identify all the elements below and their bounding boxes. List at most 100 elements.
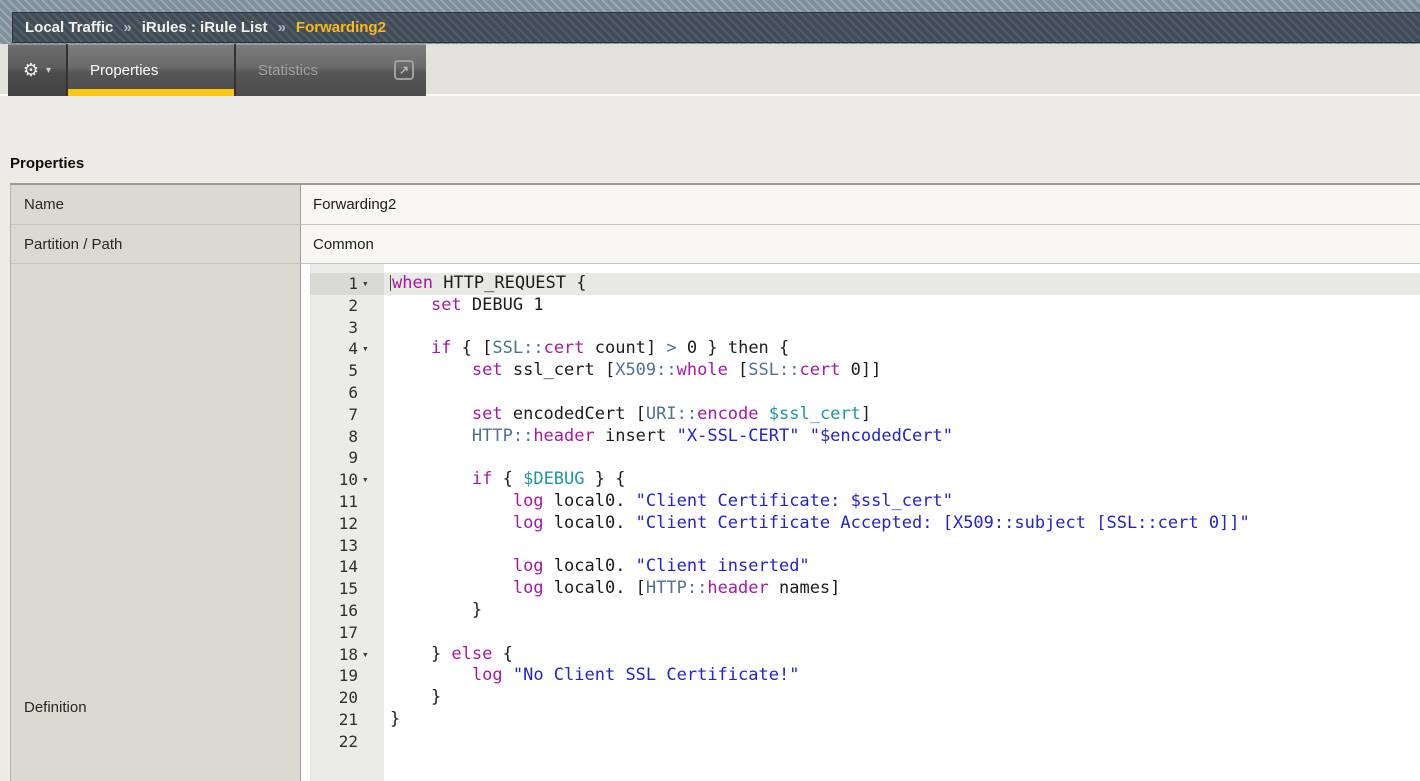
code-line[interactable]: 9 <box>310 447 1420 469</box>
code-line[interactable]: 3 <box>310 317 1420 339</box>
code-text[interactable]: log local0. [HTTP::header names] <box>384 578 1420 600</box>
code-line[interactable]: 22 <box>310 731 1420 753</box>
code-text[interactable] <box>384 317 1420 339</box>
code-token-pl: local0. <box>544 556 636 576</box>
code-text[interactable]: when HTTP_REQUEST { <box>384 273 1420 295</box>
code-token-pl: } <box>390 687 441 707</box>
code-text[interactable]: if { [SSL::cert count] > 0 } then { <box>384 338 1420 360</box>
code-text[interactable]: log "No Client SSL Certificate!" <box>384 665 1420 687</box>
fold-spacer <box>358 447 384 469</box>
code-line[interactable]: 21} <box>310 709 1420 731</box>
line-number: 18 <box>310 644 358 666</box>
code-line[interactable]: 4▾ if { [SSL::cert count] > 0 } then { <box>310 338 1420 360</box>
code-line[interactable]: 1▾when HTTP_REQUEST { <box>310 273 1420 295</box>
code-token-str: "X-SSL-CERT" <box>677 426 800 446</box>
fold-arrow-icon[interactable]: ▾ <box>358 644 384 666</box>
code-text[interactable]: set ssl_cert [X509::whole [SSL::cert 0]] <box>384 360 1420 382</box>
code-line[interactable]: 10▾ if { $DEBUG } { <box>310 469 1420 491</box>
code-token-kw: cert <box>799 360 840 380</box>
code-line[interactable]: 13 <box>310 535 1420 557</box>
code-token-pl: local0. [ <box>544 578 646 598</box>
code-token-pl <box>390 360 472 380</box>
code-line[interactable]: 2 set DEBUG 1 <box>310 295 1420 317</box>
line-number: 11 <box>310 491 358 513</box>
code-token-kw: cert <box>544 338 585 358</box>
fold-spacer <box>358 382 384 404</box>
code-line[interactable]: 7 set encodedCert [URI::encode $ssl_cert… <box>310 404 1420 426</box>
code-token-pl: insert <box>595 426 677 446</box>
code-line[interactable]: 19 log "No Client SSL Certificate!" <box>310 665 1420 687</box>
code-line[interactable]: 6 <box>310 382 1420 404</box>
code-token-pl <box>390 513 513 533</box>
code-token-pl <box>390 338 431 358</box>
fold-arrow-icon[interactable]: ▾ <box>358 273 384 295</box>
code-line[interactable]: 15 log local0. [HTTP::header names] <box>310 578 1420 600</box>
code-text[interactable] <box>384 447 1420 469</box>
breadcrumb-local-traffic[interactable]: Local Traffic <box>25 19 113 36</box>
code-lines[interactable]: 1▾when HTTP_REQUEST {2 set DEBUG 134▾ if… <box>310 273 1420 753</box>
code-text[interactable]: } <box>384 687 1420 709</box>
code-text[interactable] <box>384 731 1420 753</box>
fold-spacer <box>358 665 384 687</box>
code-token-pl: } <box>390 709 400 729</box>
code-text[interactable]: log local0. "Client inserted" <box>384 556 1420 578</box>
line-number: 15 <box>310 578 358 600</box>
fold-spacer <box>358 687 384 709</box>
code-token-pl <box>390 295 431 315</box>
code-token-kw: if <box>431 338 451 358</box>
code-token-pl <box>759 404 769 424</box>
chevron-down-icon: ▾ <box>46 65 51 76</box>
code-token-pl <box>390 578 513 598</box>
code-token-ns: SSL:: <box>492 338 543 358</box>
code-text[interactable] <box>384 622 1420 644</box>
fold-arrow-icon[interactable]: ▾ <box>358 469 384 491</box>
line-number: 1 <box>310 273 358 295</box>
code-token-str: "No Client SSL Certificate!" <box>513 665 800 685</box>
code-text[interactable]: log local0. "Client Certificate Accepted… <box>384 513 1420 535</box>
code-line[interactable]: 17 <box>310 622 1420 644</box>
breadcrumb-separator-icon: » <box>278 19 286 36</box>
properties-table: Name Forwarding2 Partition / Path Common… <box>10 183 1420 781</box>
code-text[interactable] <box>384 535 1420 557</box>
breadcrumb-irule-list[interactable]: iRules : iRule List <box>142 19 268 36</box>
tabs-container: ⚙ ▾ Properties Statistics ↗ <box>8 44 426 96</box>
code-token-str: "$encodedCert" <box>810 426 953 446</box>
code-text[interactable]: } else { <box>384 644 1420 666</box>
code-token-pl: HTTP_REQUEST { <box>433 273 587 293</box>
line-number: 22 <box>310 731 358 753</box>
code-text[interactable]: set encodedCert [URI::encode $ssl_cert] <box>384 404 1420 426</box>
breadcrumb-separator-icon: » <box>123 19 131 36</box>
code-line[interactable]: 20 } <box>310 687 1420 709</box>
code-line[interactable]: 11 log local0. "Client Certificate: $ssl… <box>310 491 1420 513</box>
code-line[interactable]: 18▾ } else { <box>310 644 1420 666</box>
options-menu-button[interactable]: ⚙ ▾ <box>8 44 68 96</box>
code-token-str: "Client inserted" <box>636 556 810 576</box>
code-text[interactable]: HTTP::header insert "X-SSL-CERT" "$encod… <box>384 426 1420 448</box>
code-text[interactable]: log local0. "Client Certificate: $ssl_ce… <box>384 491 1420 513</box>
code-line[interactable]: 12 log local0. "Client Certificate Accep… <box>310 513 1420 535</box>
code-token-pl: count] <box>585 338 667 358</box>
fold-arrow-icon[interactable]: ▾ <box>358 338 384 360</box>
code-line[interactable]: 5 set ssl_cert [X509::whole [SSL::cert 0… <box>310 360 1420 382</box>
code-text[interactable] <box>384 382 1420 404</box>
code-text[interactable]: } <box>384 709 1420 731</box>
fold-spacer <box>358 295 384 317</box>
irule-code-editor[interactable]: 1▾when HTTP_REQUEST {2 set DEBUG 134▾ if… <box>301 264 1420 781</box>
line-number: 19 <box>310 665 358 687</box>
fold-spacer <box>358 731 384 753</box>
partition-label: Partition / Path <box>11 225 301 263</box>
tab-properties[interactable]: Properties <box>68 44 236 96</box>
code-token-pl: } { <box>585 469 626 489</box>
code-token-pl: } <box>390 644 451 664</box>
code-line[interactable]: 14 log local0. "Client inserted" <box>310 556 1420 578</box>
fold-spacer <box>358 360 384 382</box>
code-text[interactable]: set DEBUG 1 <box>384 295 1420 317</box>
code-line[interactable]: 8 HTTP::header insert "X-SSL-CERT" "$enc… <box>310 426 1420 448</box>
definition-label: Definition <box>24 699 87 716</box>
fold-spacer <box>358 622 384 644</box>
code-text[interactable]: } <box>384 600 1420 622</box>
code-token-kw: when <box>392 273 433 293</box>
tab-statistics[interactable]: Statistics ↗ <box>236 44 426 96</box>
code-text[interactable]: if { $DEBUG } { <box>384 469 1420 491</box>
code-line[interactable]: 16 } <box>310 600 1420 622</box>
